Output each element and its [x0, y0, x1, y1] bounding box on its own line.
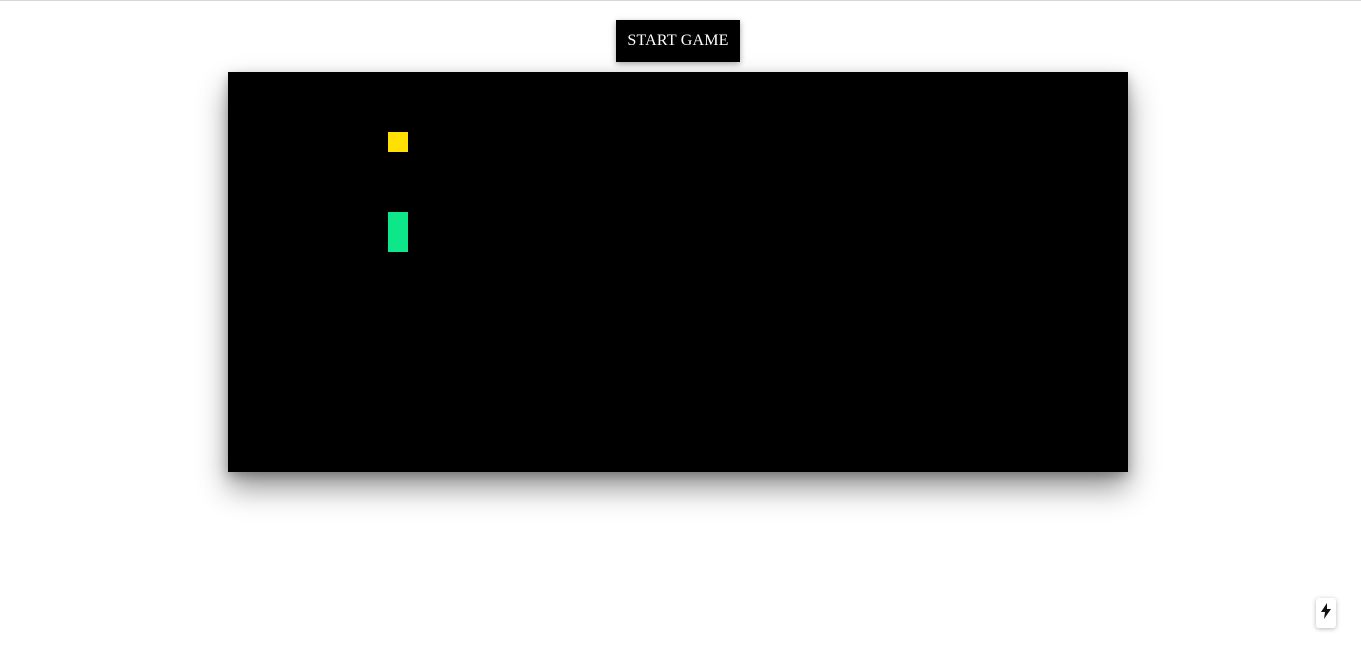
corner-action-button[interactable] [1316, 598, 1336, 628]
snake-head [388, 212, 408, 232]
start-game-button[interactable]: START GAME [616, 20, 740, 62]
snake-segment [388, 232, 408, 252]
lightning-bolt-icon [1321, 602, 1331, 624]
game-board[interactable] [228, 72, 1128, 472]
food-pellet [388, 132, 408, 152]
top-divider [0, 0, 1361, 1]
